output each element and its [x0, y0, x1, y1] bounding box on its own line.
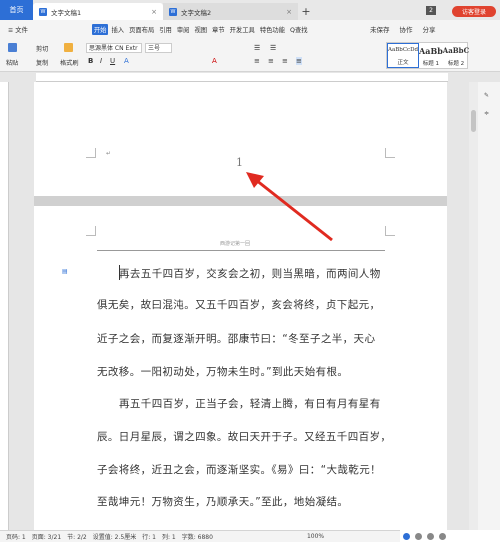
status-line[interactable]: 行: 1 [142, 532, 156, 541]
status-pages[interactable]: 页面: 3/21 [32, 532, 61, 541]
status-section[interactable]: 节: 2/2 [67, 532, 87, 541]
ime-icon[interactable] [403, 532, 410, 540]
input-method-bar[interactable] [400, 530, 500, 542]
ime-punct-icon[interactable] [427, 532, 434, 540]
status-word-count[interactable]: 字数: 6880 [182, 532, 213, 541]
status-page-no[interactable]: 页码: 1 [6, 532, 26, 541]
zoom-level[interactable]: 100% [307, 533, 324, 540]
status-setting[interactable]: 设置值: 2.5厘米 [93, 532, 136, 541]
annotation-arrow [246, 172, 333, 242]
ime-mode-icon[interactable] [415, 532, 422, 540]
status-column[interactable]: 列: 1 [162, 532, 176, 541]
ime-keyboard-icon[interactable] [439, 532, 446, 540]
